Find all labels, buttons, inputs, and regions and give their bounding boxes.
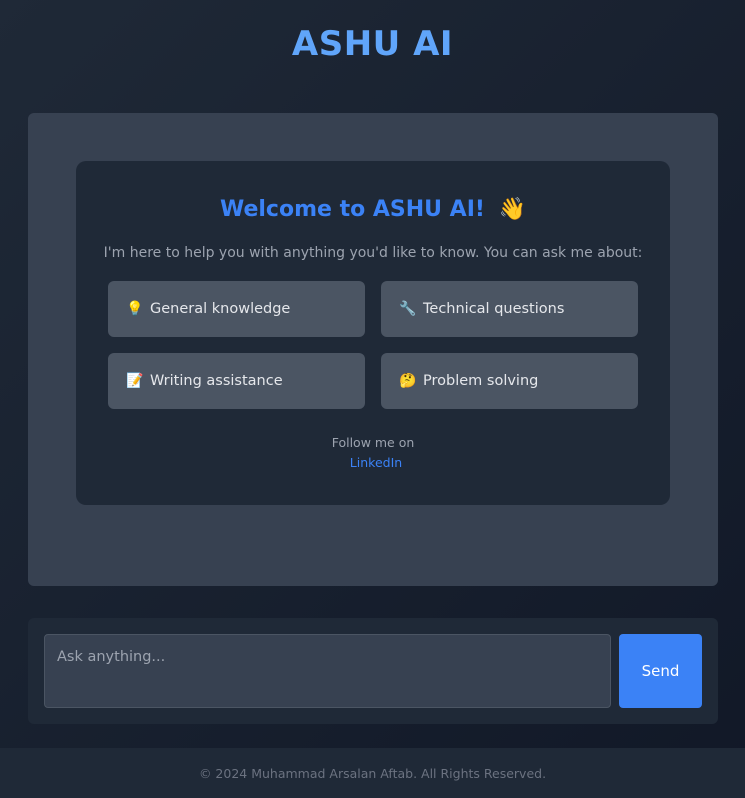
footer: © 2024 Muhammad Arsalan Aftab. All Right… [0,748,745,798]
topic-label: Writing assistance [150,373,283,389]
chat-panel: Welcome to ASHU AI! 👋 I'm here to help y… [28,113,718,586]
topic-label: Technical questions [423,301,565,317]
topic-problem-solving[interactable]: 🤔 Problem solving [381,353,638,409]
topic-general-knowledge[interactable]: 💡 General knowledge [108,281,365,337]
topic-writing-assistance[interactable]: 📝 Writing assistance [108,353,365,409]
thinking-face-icon: 🤔 [399,373,417,389]
memo-icon: 📝 [126,373,144,389]
welcome-card: Welcome to ASHU AI! 👋 I'm here to help y… [76,161,670,505]
topic-label: General knowledge [150,301,291,317]
ask-input[interactable] [44,634,611,708]
linkedin-link[interactable]: LinkedIn [76,455,676,470]
wrench-icon: 🔧 [399,301,417,317]
waving-hand-icon: 👋 [498,197,527,222]
app-title: ASHU AI [291,24,454,64]
lightbulb-icon: 💡 [126,301,144,317]
send-button[interactable]: Send [619,634,702,708]
welcome-title: Welcome to ASHU AI! 👋 [76,197,670,222]
welcome-title-text: Welcome to ASHU AI! [219,197,485,222]
footer-copyright: © 2024 Muhammad Arsalan Aftab. All Right… [198,766,547,781]
topic-label: Problem solving [423,373,539,389]
topic-technical-questions[interactable]: 🔧 Technical questions [381,281,638,337]
follow-text: Follow me on [331,435,415,450]
input-bar: Send [28,618,718,724]
welcome-description: I'm here to help you with anything you'd… [103,245,643,261]
